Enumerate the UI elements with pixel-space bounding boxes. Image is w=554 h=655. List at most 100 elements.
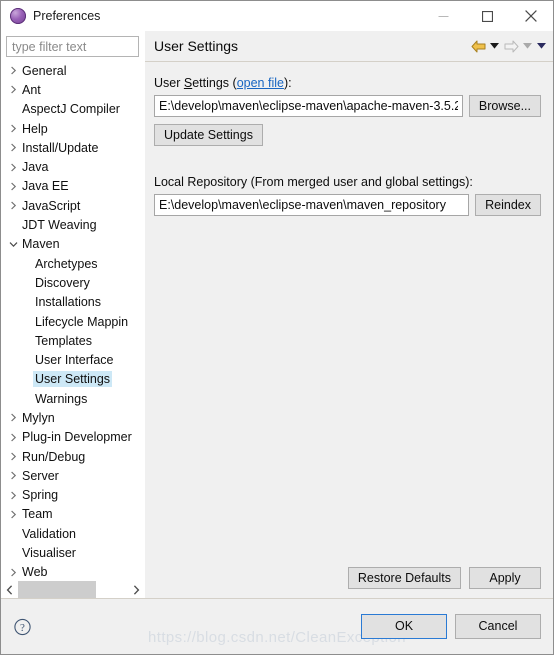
maximize-icon[interactable] (465, 1, 509, 31)
sidebar-item-installations[interactable]: Installations (1, 293, 144, 312)
chevron-right-icon[interactable] (127, 581, 144, 598)
minimize-icon[interactable] (421, 1, 465, 31)
restore-defaults-button[interactable]: Restore Defaults (347, 567, 461, 589)
sidebar-item-install-update[interactable]: Install/Update (1, 138, 144, 157)
sidebar-item-jdt-weaving[interactable]: JDT Weaving (1, 215, 144, 234)
page-footer-buttons: Restore Defaults Apply (145, 567, 553, 598)
sidebar-item-ant[interactable]: Ant (1, 80, 144, 99)
sidebar-item-maven[interactable]: Maven (1, 235, 144, 254)
page-nav-icons (470, 38, 547, 54)
chevron-right-icon[interactable] (7, 452, 20, 461)
sidebar-item-label: Visualiser (22, 546, 76, 561)
chevron-right-icon[interactable] (7, 66, 20, 75)
preferences-sphere-icon (10, 8, 26, 24)
ok-button[interactable]: OK (361, 614, 447, 639)
chevron-right-icon[interactable] (7, 510, 20, 519)
user-settings-field-row: Browse... (154, 95, 541, 117)
sidebar-item-spring[interactable]: Spring (1, 486, 144, 505)
sidebar-item-java-ee[interactable]: Java EE (1, 177, 144, 196)
reindex-button[interactable]: Reindex (475, 194, 541, 216)
back-arrow-icon[interactable] (470, 38, 486, 54)
sidebar-item-java[interactable]: Java (1, 157, 144, 176)
help-icon[interactable]: ? (14, 618, 31, 635)
sidebar-item-label: User Settings (33, 371, 113, 388)
sidebar-item-label: General (22, 63, 67, 78)
user-settings-label-suffix: ettings ( (192, 76, 237, 90)
sidebar-item-label: Web (22, 565, 48, 580)
sidebar-item-archetypes[interactable]: Archetypes (1, 254, 144, 273)
local-repository-label: Local Repository (From merged user and g… (154, 175, 473, 189)
chevron-right-icon[interactable] (7, 124, 20, 133)
chevron-down-icon[interactable] (7, 241, 20, 248)
filter-input[interactable] (6, 36, 139, 57)
sidebar-item-label: Maven (22, 237, 60, 252)
update-settings-button[interactable]: Update Settings (154, 124, 263, 146)
sidebar-item-label: Plug-in Developmer (22, 430, 132, 445)
tree-horizontal-scrollbar[interactable] (1, 580, 144, 598)
chevron-right-icon[interactable] (7, 163, 20, 172)
sidebar-item-general[interactable]: General (1, 61, 144, 80)
chevron-right-icon[interactable] (7, 143, 20, 152)
sidebar-item-discovery[interactable]: Discovery (1, 273, 144, 292)
sidebar-item-help[interactable]: Help (1, 119, 144, 138)
sidebar-item-visualiser[interactable]: Visualiser (1, 543, 144, 562)
sidebar-item-label: Templates (35, 333, 92, 348)
dialog-action-buttons: OK Cancel (361, 614, 541, 639)
sidebar-item-plug-in-developmer[interactable]: Plug-in Developmer (1, 428, 144, 447)
user-settings-label-mnemonic: S (183, 76, 193, 90)
sidebar-item-mylyn[interactable]: Mylyn (1, 408, 144, 427)
page-title: User Settings (154, 38, 239, 54)
window-title: Preferences (33, 9, 101, 23)
user-settings-path-input[interactable] (154, 95, 463, 117)
scrollbar-thumb[interactable] (18, 581, 97, 598)
sidebar-item-label: Lifecycle Mappin (35, 314, 129, 329)
user-settings-label: User Settings (open file): (154, 76, 541, 90)
sidebar-item-label: Help (22, 121, 48, 136)
local-repository-path-input[interactable] (154, 194, 470, 216)
update-settings-row: Update Settings (154, 124, 541, 146)
preferences-tree[interactable]: General Ant AspectJ Compiler Help Install/Up… (1, 60, 144, 580)
open-file-link[interactable]: open file (237, 76, 284, 90)
sidebar-item-lifecycle-mappin[interactable]: Lifecycle Mappin (1, 312, 144, 331)
dialog-body: General Ant AspectJ Compiler Help Install/Up… (1, 31, 553, 598)
close-icon[interactable] (509, 1, 553, 31)
chevron-right-icon[interactable] (7, 433, 20, 442)
chevron-right-icon[interactable] (7, 201, 20, 210)
sidebar-item-templates[interactable]: Templates (1, 331, 144, 350)
browse-button[interactable]: Browse... (468, 95, 541, 117)
sidebar-item-label: Warnings (35, 391, 88, 406)
sidebar-item-user-interface[interactable]: User Interface (1, 350, 144, 369)
sidebar-item-run-debug[interactable]: Run/Debug (1, 447, 144, 466)
chevron-right-icon[interactable] (7, 491, 20, 500)
sidebar-item-aspectj-compiler[interactable]: AspectJ Compiler (1, 100, 144, 119)
sidebar-item-label: Mylyn (22, 410, 55, 425)
sidebar-item-label: JavaScript (22, 198, 81, 213)
view-menu-chevron-down-icon[interactable] (536, 38, 547, 54)
sidebar-item-server[interactable]: Server (1, 466, 144, 485)
back-dropdown-chevron-down-icon[interactable] (489, 38, 500, 54)
sidebar-item-team[interactable]: Team (1, 505, 144, 524)
title-bar: Preferences (1, 1, 553, 31)
chevron-right-icon[interactable] (7, 182, 20, 191)
sidebar-item-web[interactable]: Web (1, 563, 144, 580)
chevron-right-icon[interactable] (7, 568, 20, 577)
apply-button[interactable]: Apply (469, 567, 541, 589)
chevron-right-icon[interactable] (7, 413, 20, 422)
sidebar-item-validation[interactable]: Validation (1, 524, 144, 543)
filter-container (1, 31, 144, 60)
sidebar-item-label: Java EE (22, 179, 69, 194)
scrollbar-track[interactable] (18, 581, 127, 598)
chevron-right-icon[interactable] (7, 85, 20, 94)
sidebar-item-label: Run/Debug (22, 449, 86, 464)
dialog-footer: ? https://blog.csdn.net/CleanException O… (1, 598, 553, 654)
chevron-right-icon[interactable] (7, 471, 20, 480)
cancel-button[interactable]: Cancel (455, 614, 541, 639)
sidebar-item-label: User Interface (35, 353, 114, 368)
sidebar-item-warnings[interactable]: Warnings (1, 389, 144, 408)
sidebar-item-label: Install/Update (22, 140, 99, 155)
sidebar-item-label: Installations (35, 295, 102, 310)
sidebar-item-user-settings[interactable]: User Settings (1, 370, 144, 389)
sidebar-item-label: Discovery (35, 275, 90, 290)
chevron-left-icon[interactable] (1, 581, 18, 598)
sidebar-item-javascript[interactable]: JavaScript (1, 196, 144, 215)
